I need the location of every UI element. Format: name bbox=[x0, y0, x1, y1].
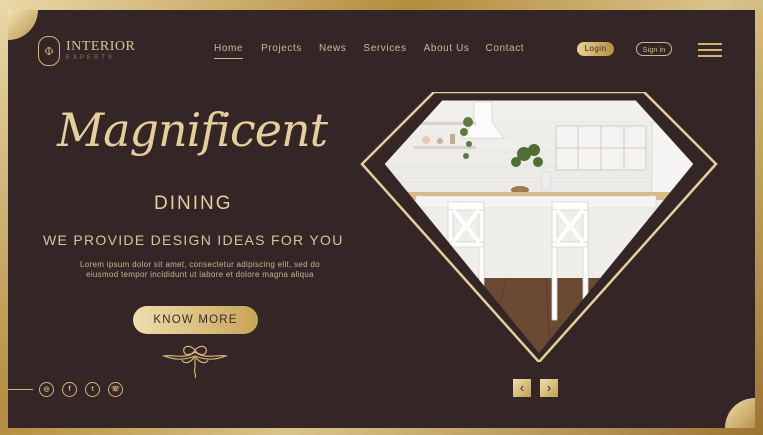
hero-description: Lorem ipsum dolor sit amet, consectetur … bbox=[60, 260, 340, 280]
brand-name: INTERIOR bbox=[66, 39, 136, 54]
hero-title: Magnificent bbox=[57, 103, 328, 157]
whatsapp-icon[interactable]: ☏ bbox=[108, 382, 123, 397]
logo[interactable]: Φ INTERIOR EXPERTS bbox=[38, 36, 135, 66]
nav-projects[interactable]: Projects bbox=[261, 43, 302, 54]
twitter-icon[interactable]: t bbox=[85, 382, 100, 397]
menu-icon[interactable] bbox=[698, 43, 722, 57]
social-divider bbox=[8, 389, 33, 390]
nav-contact[interactable]: Contact bbox=[486, 43, 525, 54]
hero-description-line-1: Lorem ipsum dolor sit amet, consectetur … bbox=[80, 260, 320, 269]
login-button[interactable]: Login bbox=[577, 42, 614, 56]
hero-subtitle: DINING bbox=[154, 193, 233, 214]
main-nav: Home Projects News Services About Us Con… bbox=[214, 43, 525, 59]
logo-emblem-icon: Φ bbox=[38, 36, 60, 66]
flourish-ornament-icon bbox=[161, 345, 229, 379]
brand-subtitle: EXPERTS bbox=[66, 55, 115, 61]
hero-description-line-2: eiusmod tempor incididunt ut labore et d… bbox=[86, 270, 314, 279]
slider-prev-button[interactable]: ‹ bbox=[513, 379, 531, 397]
social-links: ◎ f t ☏ bbox=[39, 382, 123, 397]
signin-button[interactable]: Sign in bbox=[636, 42, 672, 56]
know-more-button[interactable]: KNOW MORE bbox=[133, 306, 258, 334]
instagram-icon[interactable]: ◎ bbox=[39, 382, 54, 397]
facebook-icon[interactable]: f bbox=[62, 382, 77, 397]
nav-about-us[interactable]: About Us bbox=[424, 43, 470, 54]
hero-tagline: WE PROVIDE DESIGN IDEAS FOR YOU bbox=[43, 232, 344, 248]
slider-next-button[interactable]: › bbox=[540, 379, 558, 397]
nav-home[interactable]: Home bbox=[214, 43, 244, 59]
logo-text: INTERIOR EXPERTS bbox=[66, 40, 135, 62]
nav-news[interactable]: News bbox=[319, 43, 346, 54]
diamond-image-frame bbox=[360, 92, 718, 362]
nav-services[interactable]: Services bbox=[363, 43, 406, 54]
